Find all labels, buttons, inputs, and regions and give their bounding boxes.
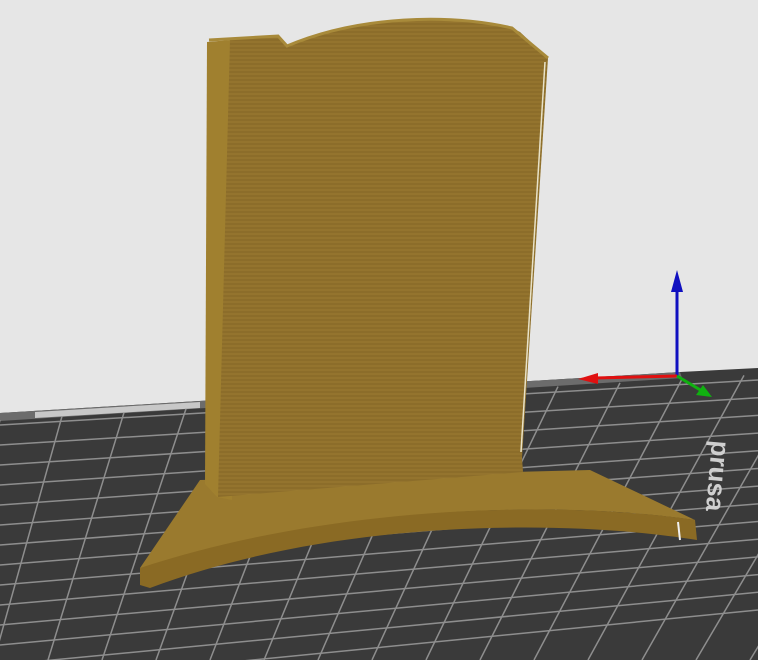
model-object[interactable] <box>140 17 697 588</box>
3d-viewport[interactable]: prusa <box>0 0 758 660</box>
axis-x <box>594 374 678 380</box>
model-front-face <box>218 19 548 497</box>
bed-logo: prusa <box>700 439 736 513</box>
scene[interactable]: prusa <box>0 0 758 660</box>
axis-z-arrow-icon <box>671 270 683 292</box>
